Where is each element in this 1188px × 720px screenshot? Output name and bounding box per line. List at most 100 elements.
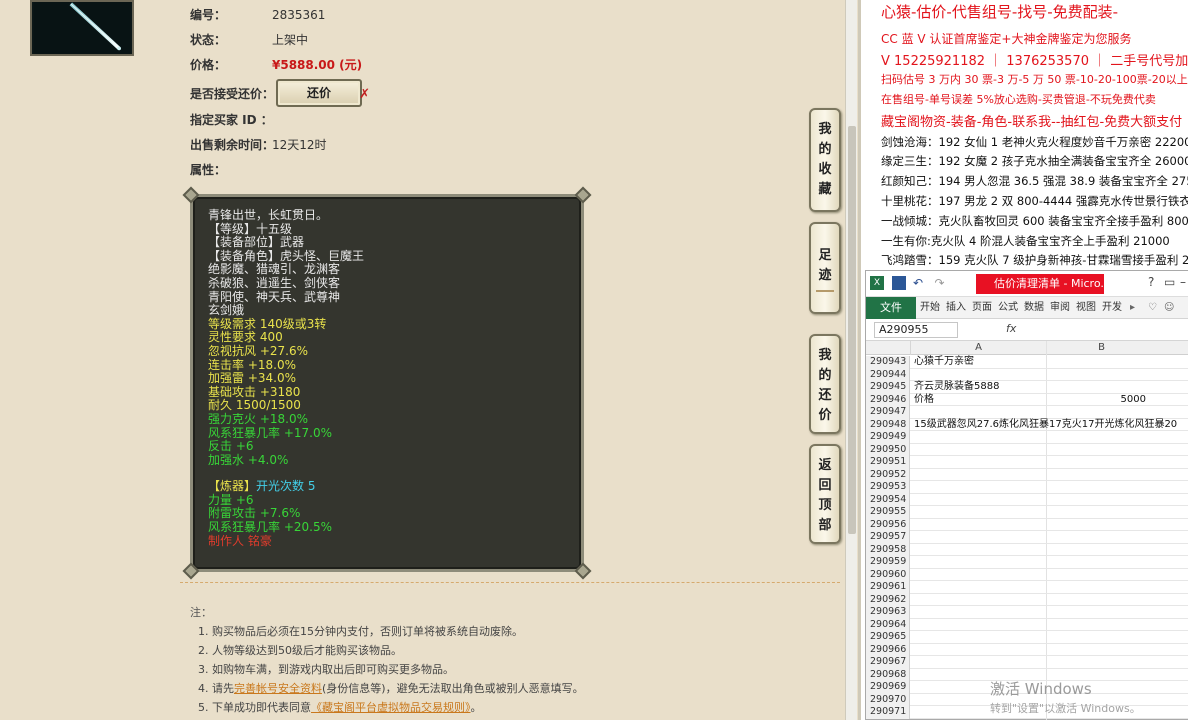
undo-icon[interactable]: ↶ <box>913 276 927 290</box>
back-to-top-button[interactable]: 返 回 顶 部 <box>809 444 841 544</box>
row-number[interactable]: 290943 <box>866 356 910 369</box>
my-counter-offers-button[interactable]: 我 的 还 价 <box>809 334 841 434</box>
ribbon-tab[interactable]: 数据 <box>1024 297 1044 319</box>
table-row[interactable]: 290961 <box>866 581 1188 594</box>
page-scrollbar[interactable] <box>845 0 857 720</box>
table-row[interactable]: 290950 <box>866 443 1188 456</box>
heart-icon[interactable]: ♡ <box>1148 297 1157 319</box>
redo-icon[interactable]: ↷ <box>935 276 949 290</box>
row-number[interactable]: 290953 <box>866 481 910 494</box>
promo-title: 心猿-估价-代售组号-找号-免费配装- <box>881 3 1119 21</box>
table-row[interactable]: 290952 <box>866 468 1188 481</box>
column-header-a[interactable]: A <box>910 341 1046 355</box>
close-icon[interactable]: ✗ <box>359 83 370 107</box>
page-scrollbar-thumb[interactable] <box>848 126 856 534</box>
row-number[interactable]: 290968 <box>866 668 910 681</box>
row-number[interactable]: 290945 <box>866 381 910 394</box>
cell-a[interactable]: 价格 <box>914 394 934 406</box>
row-number[interactable]: 290961 <box>866 581 910 594</box>
table-row[interactable]: 290945 齐云灵脉装备5888 <box>866 381 1188 394</box>
table-row[interactable]: 290943 心猿千万亲密 <box>866 356 1188 369</box>
table-row[interactable]: 290948 15级武器忽风27.6炼化风狂暴17克火17开光炼化风狂暴20 <box>866 418 1188 431</box>
row-number[interactable]: 290971 <box>866 706 910 719</box>
table-row[interactable]: 290951 <box>866 456 1188 469</box>
table-row[interactable]: 290955 <box>866 506 1188 519</box>
row-number[interactable]: 290955 <box>866 506 910 519</box>
row-number[interactable]: 290948 <box>866 418 910 431</box>
table-row[interactable]: 290964 <box>866 618 1188 631</box>
row-number[interactable]: 290944 <box>866 368 910 381</box>
table-row[interactable]: 290954 <box>866 493 1188 506</box>
cell-a[interactable]: 心猿千万亲密 <box>914 356 974 368</box>
sword-image-icon <box>33 2 131 54</box>
table-row[interactable]: 290963 <box>866 606 1188 619</box>
row-number[interactable]: 290950 <box>866 443 910 456</box>
formula-bar: A290955 fx <box>866 319 1188 341</box>
my-favorites-button[interactable]: 我 的 收 藏 <box>809 108 841 212</box>
save-icon[interactable] <box>891 276 906 290</box>
row-number[interactable]: 290969 <box>866 681 910 694</box>
row-number[interactable]: 290957 <box>866 531 910 544</box>
refine-value: 开光次数 5 <box>256 479 316 494</box>
side-button-char: 足 <box>818 248 832 263</box>
row-number[interactable]: 290951 <box>866 456 910 469</box>
side-button-char: 返 <box>818 458 832 473</box>
tooltip-line: 青锋出世，长虹贯日。 <box>208 208 329 222</box>
footprint-button[interactable]: 足 迹 <box>809 222 841 314</box>
ribbon-scroll-icon[interactable]: ▸ <box>1130 297 1135 319</box>
file-tab[interactable]: 文件 <box>866 297 916 319</box>
row-number[interactable]: 290952 <box>866 468 910 481</box>
row-number[interactable]: 290946 <box>866 393 910 406</box>
table-row[interactable]: 290962 <box>866 593 1188 606</box>
ribbon-tab[interactable]: 公式 <box>998 297 1018 319</box>
table-row[interactable]: 290956 <box>866 518 1188 531</box>
row-number[interactable]: 290960 <box>866 568 910 581</box>
table-row[interactable]: 290967 <box>866 656 1188 669</box>
cell-a[interactable]: 15级武器忽风27.6炼化风狂暴17克火17开光炼化风狂暴20 <box>914 419 1177 431</box>
table-row[interactable]: 290953 <box>866 481 1188 494</box>
table-row[interactable]: 290966 <box>866 643 1188 656</box>
table-row[interactable]: 290965 <box>866 631 1188 644</box>
table-row[interactable]: 290960 <box>866 568 1188 581</box>
table-row[interactable]: 290957 <box>866 531 1188 544</box>
ribbon-tab[interactable]: 页面 <box>972 297 992 319</box>
excel-quick-access: X ↶ ↷ <box>870 276 953 290</box>
row-number[interactable]: 290947 <box>866 406 910 419</box>
table-row[interactable]: 290949 <box>866 431 1188 444</box>
ribbon-tab[interactable]: 插入 <box>946 297 966 319</box>
cell-a[interactable]: 齐云灵脉装备5888 <box>914 381 999 393</box>
minimize-icon[interactable]: – <box>1180 275 1186 289</box>
table-row[interactable]: 290944 <box>866 368 1188 381</box>
row-number[interactable]: 290963 <box>866 606 910 619</box>
fx-icon[interactable]: fx <box>1006 322 1016 335</box>
row-number[interactable]: 290965 <box>866 631 910 644</box>
row-number[interactable]: 290958 <box>866 543 910 556</box>
column-header-b[interactable]: B <box>1046 341 1156 355</box>
row-number[interactable]: 290967 <box>866 656 910 669</box>
ribbon-tab[interactable]: 开发 <box>1102 297 1122 319</box>
row-number[interactable]: 290956 <box>866 518 910 531</box>
row-number[interactable]: 290959 <box>866 556 910 569</box>
ribbon-display-icon[interactable]: ▭ <box>1164 275 1175 289</box>
row-number[interactable]: 290962 <box>866 593 910 606</box>
row-number[interactable]: 290964 <box>866 618 910 631</box>
item-status-value: 上架中 <box>272 33 309 47</box>
row-number[interactable]: 290949 <box>866 431 910 444</box>
name-box[interactable]: A290955 <box>874 322 958 338</box>
row-number[interactable]: 290966 <box>866 643 910 656</box>
counter-offer-button[interactable]: 还价 ✗ <box>276 79 370 107</box>
row-number[interactable]: 290954 <box>866 493 910 506</box>
cell-b[interactable]: 5000 <box>1046 394 1146 406</box>
table-row[interactable]: 290946 价格 5000 <box>866 393 1188 406</box>
table-row[interactable]: 290947 <box>866 406 1188 419</box>
table-row[interactable]: 290959 <box>866 556 1188 569</box>
smile-icon[interactable]: ☺ <box>1164 297 1174 319</box>
ribbon-tab[interactable]: 视图 <box>1076 297 1096 319</box>
row-number[interactable]: 290970 <box>866 693 910 706</box>
table-row[interactable]: 290958 <box>866 543 1188 556</box>
account-security-link[interactable]: 完善帐号安全资料 <box>234 682 322 695</box>
ribbon-tab[interactable]: 开始 <box>920 297 940 319</box>
trade-rules-link[interactable]: 《藏宝阁平台虚拟物品交易规则》 <box>311 701 471 714</box>
ribbon-tab[interactable]: 审阅 <box>1050 297 1070 319</box>
help-icon[interactable]: ? <box>1148 275 1154 289</box>
